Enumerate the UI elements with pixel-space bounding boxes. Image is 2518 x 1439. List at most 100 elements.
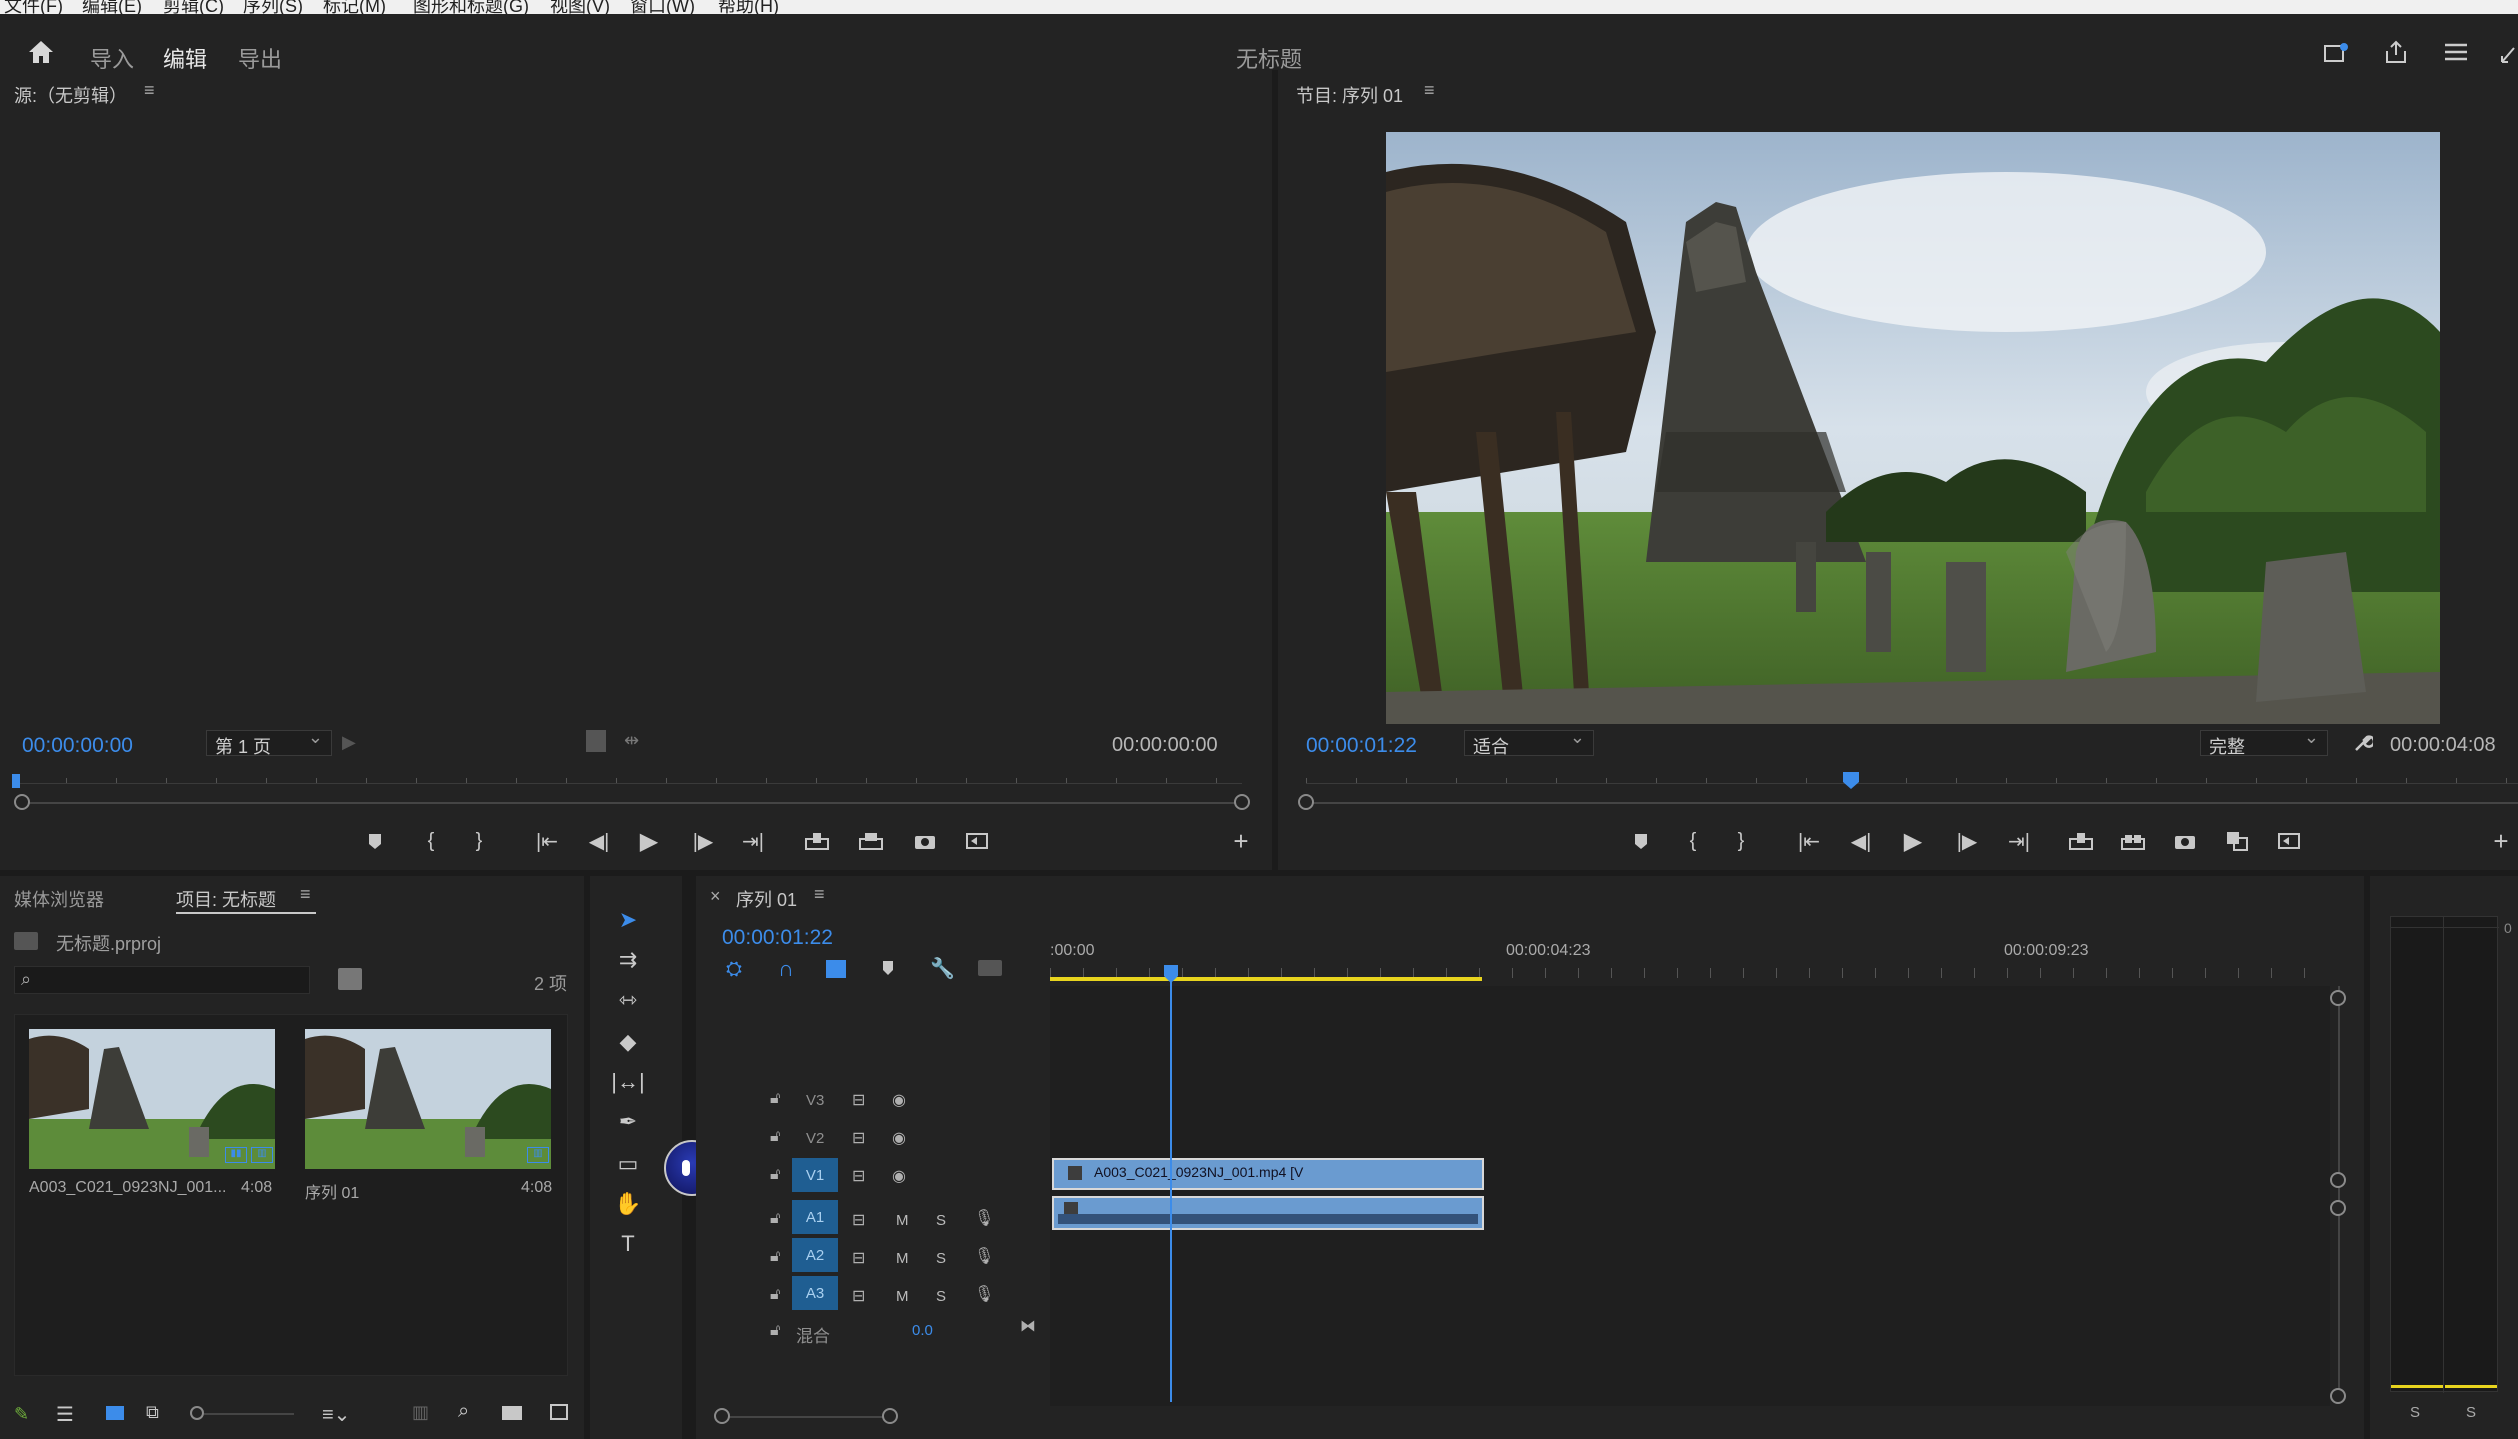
mic-icon[interactable]: 🎙︎: [974, 1208, 994, 1228]
button-editor-icon[interactable]: +: [2484, 824, 2518, 858]
track-select-tool-icon[interactable]: ⇉: [608, 942, 648, 978]
freeform-view-icon[interactable]: ⧉: [146, 1402, 159, 1423]
audio-clip[interactable]: [1052, 1196, 1484, 1230]
solo-left-button[interactable]: S: [2410, 1404, 2420, 1421]
type-tool-icon[interactable]: T: [608, 1226, 648, 1262]
add-marker-icon[interactable]: [882, 960, 894, 976]
sequence-tab[interactable]: 序列 01: [736, 886, 797, 912]
source-ruler[interactable]: [16, 772, 1242, 784]
step-back-icon[interactable]: ◀|: [1844, 824, 1878, 858]
lock-icon[interactable]: 🔓︎: [770, 1128, 780, 1146]
home-icon[interactable]: [22, 34, 60, 70]
step-forward-icon[interactable]: |▶: [1950, 824, 1984, 858]
scroll-handle[interactable]: [2330, 1388, 2346, 1404]
insert-button-icon[interactable]: [800, 824, 834, 858]
program-monitor-title[interactable]: 节目: 序列 01: [1296, 82, 1403, 108]
panel-menu-icon[interactable]: ≡: [814, 884, 825, 905]
timeline-ruler[interactable]: :00:00 00:00:04:23 00:00:09:23: [1050, 938, 2330, 982]
track-target-a1[interactable]: A1: [792, 1200, 838, 1234]
nest-toggle-icon[interactable]: ⛭: [726, 958, 742, 981]
tab-media-browser[interactable]: 媒体浏览器: [14, 886, 104, 912]
go-to-in-icon[interactable]: |⇤: [530, 824, 564, 858]
program-playhead[interactable]: [1841, 772, 1861, 789]
step-forward-icon[interactable]: |▶: [686, 824, 720, 858]
track-target-a3[interactable]: A3: [792, 1276, 838, 1310]
new-item-icon[interactable]: [550, 1404, 568, 1420]
mute-button[interactable]: M: [896, 1212, 909, 1229]
zoom-slider[interactable]: [204, 1413, 294, 1415]
snap-magnet-icon[interactable]: ∩: [778, 956, 794, 982]
overwrite-button-icon[interactable]: [854, 824, 888, 858]
automate-icon[interactable]: ▥: [412, 1402, 429, 1423]
go-to-out-icon[interactable]: ⇥|: [2002, 824, 2036, 858]
menu-markers[interactable]: 标记(M): [323, 0, 386, 14]
quality-select[interactable]: 完整: [2200, 727, 2328, 757]
menu-edit[interactable]: 编辑(E): [82, 0, 142, 14]
sort-icon[interactable]: ≡⌄: [322, 1402, 350, 1427]
tab-project[interactable]: 项目: 无标题: [176, 886, 276, 912]
scroll-handle[interactable]: [2330, 1200, 2346, 1216]
mute-button[interactable]: M: [896, 1250, 909, 1267]
pencil-icon[interactable]: ✎: [14, 1404, 29, 1425]
source-playhead[interactable]: [12, 774, 20, 788]
eye-icon[interactable]: ◉: [892, 1166, 906, 1186]
menu-sequence[interactable]: 序列(S): [243, 0, 303, 14]
menu-clip[interactable]: 剪辑(C): [163, 0, 224, 14]
captions-icon[interactable]: [978, 960, 1002, 976]
source-timecode-in[interactable]: 00:00:00:00: [22, 734, 133, 758]
clip-thumbnail[interactable]: ▮▮ ▥: [29, 1029, 275, 1169]
panel-menu-icon[interactable]: ≡: [300, 884, 311, 905]
program-video-frame[interactable]: [1386, 132, 2440, 724]
razor-tool-icon[interactable]: ◆: [608, 1024, 648, 1060]
sync-lock-icon[interactable]: ⊟: [852, 1090, 865, 1110]
panel-menu-icon[interactable]: ≡: [1424, 80, 1435, 101]
menu-graphics[interactable]: 图形和标题(G): [413, 0, 529, 14]
sequence-thumbnail[interactable]: ▥: [305, 1029, 551, 1169]
mix-volume[interactable]: 0.0: [912, 1322, 933, 1339]
sync-lock-icon[interactable]: ⊟: [852, 1248, 865, 1268]
sync-lock-icon[interactable]: ⊟: [852, 1128, 865, 1148]
timeline-hscroll[interactable]: [722, 1416, 892, 1418]
lock-icon[interactable]: 🔓︎: [770, 1322, 780, 1340]
find-in-bin-icon[interactable]: [338, 968, 362, 990]
linked-selection-icon[interactable]: [826, 960, 846, 978]
play-icon[interactable]: ▶: [632, 824, 666, 858]
scroll-handle[interactable]: [2330, 1172, 2346, 1188]
step-back-icon[interactable]: ◀|: [582, 824, 616, 858]
sync-lock-icon[interactable]: ⊟: [852, 1286, 865, 1306]
multicam-icon[interactable]: [2272, 824, 2306, 858]
lift-icon[interactable]: [2064, 824, 2098, 858]
scroll-handle[interactable]: [2330, 990, 2346, 1006]
export-frame-icon[interactable]: [2168, 824, 2202, 858]
menu-file[interactable]: 文件(F): [4, 0, 63, 14]
timeline-settings-icon[interactable]: 🔧: [930, 956, 955, 981]
mark-out-icon[interactable]: }: [1724, 824, 1758, 858]
timeline-playhead-head[interactable]: [1163, 964, 1179, 984]
program-timecode-in[interactable]: 00:00:01:22: [1306, 734, 1417, 758]
page-select[interactable]: 第 1 页: [206, 727, 332, 757]
lock-icon[interactable]: 🔓︎: [770, 1210, 780, 1228]
mic-icon[interactable]: 🎙︎: [974, 1284, 994, 1304]
track-target-a2[interactable]: A2: [792, 1238, 838, 1272]
menu-view[interactable]: 视图(V): [550, 0, 610, 14]
lock-icon[interactable]: 🔓︎: [770, 1166, 780, 1184]
drag-video-icon[interactable]: ⇹: [624, 730, 639, 751]
settings-wrench-icon[interactable]: [2350, 730, 2376, 756]
panel-menu-icon[interactable]: ≡: [144, 80, 155, 101]
program-ruler[interactable]: [1306, 772, 2518, 784]
timeline-timecode[interactable]: 00:00:01:22: [722, 926, 833, 950]
mark-in-icon[interactable]: {: [414, 824, 448, 858]
solo-right-button[interactable]: S: [2466, 1404, 2476, 1421]
button-editor-icon[interactable]: +: [1224, 824, 1258, 858]
go-to-out-icon[interactable]: ⇥|: [736, 824, 770, 858]
mark-in-icon[interactable]: {: [1676, 824, 1710, 858]
pen-tool-icon[interactable]: ✒: [608, 1104, 648, 1140]
workspaces-icon[interactable]: [2440, 36, 2472, 68]
menu-help[interactable]: 帮助(H): [718, 0, 779, 14]
track-target-v1[interactable]: V1: [792, 1158, 838, 1192]
track-label-v3[interactable]: V3: [806, 1092, 824, 1109]
mute-button[interactable]: M: [896, 1288, 909, 1305]
source-zoom-right-handle[interactable]: [1234, 794, 1250, 810]
eye-icon[interactable]: ◉: [892, 1128, 906, 1148]
comparison-view-icon[interactable]: [2220, 824, 2254, 858]
